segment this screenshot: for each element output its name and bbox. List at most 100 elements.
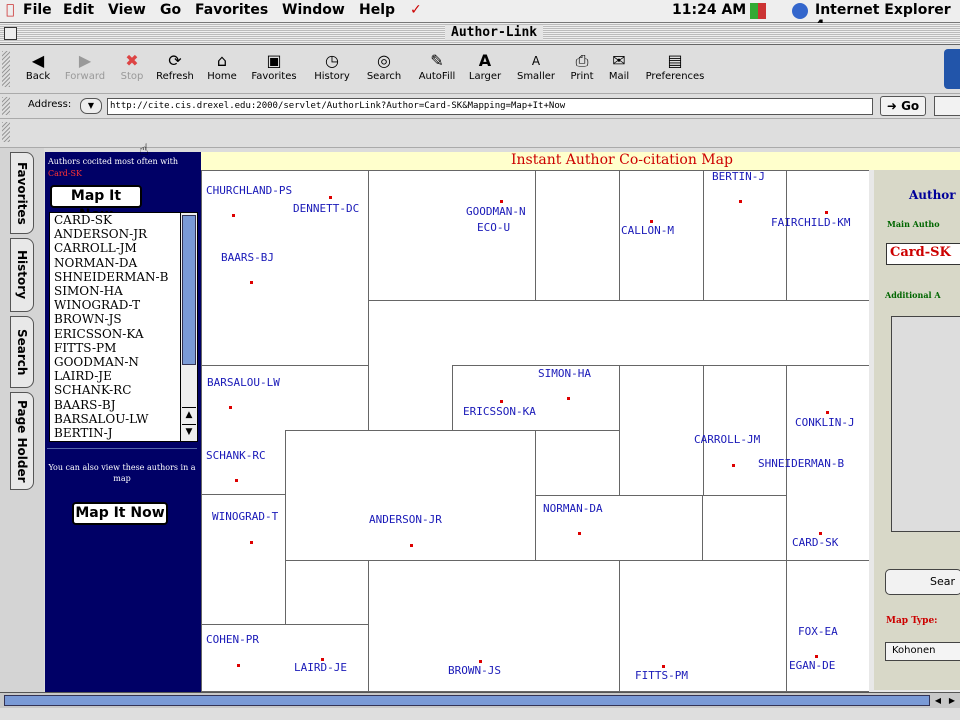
- map-author-label[interactable]: CALLON-M: [621, 224, 674, 237]
- map-author-dot[interactable]: [329, 196, 332, 199]
- map-author-dot[interactable]: [229, 406, 232, 409]
- search-submit-button[interactable]: Sear: [885, 569, 960, 595]
- map-author-label[interactable]: BERTIN-J: [712, 170, 765, 183]
- map-author-label[interactable]: SHNEIDERMAN-B: [758, 457, 844, 470]
- map-author-dot[interactable]: [825, 211, 828, 214]
- map-region[interactable]: [285, 430, 536, 561]
- smaller-button[interactable]: A Smaller: [513, 51, 559, 82]
- author-list-scrollbar[interactable]: ▲ ▼: [180, 212, 198, 442]
- list-item[interactable]: BERTIN-J: [50, 426, 180, 440]
- map-author-dot[interactable]: [732, 464, 735, 467]
- window-title-bar[interactable]: Author-Link: [0, 23, 960, 45]
- map-author-dot[interactable]: [662, 665, 665, 668]
- scroll-right-icon[interactable]: ▶: [946, 695, 958, 706]
- author-list[interactable]: CARD-SK ANDERSON-JR CARROLL-JM NORMAN-DA…: [49, 212, 181, 442]
- map-author-label[interactable]: CARROLL-JM: [694, 433, 760, 446]
- scroll-up-icon[interactable]: ▲: [182, 407, 196, 422]
- list-item[interactable]: CARD-SK: [50, 213, 180, 227]
- back-button[interactable]: ◀ Back: [20, 51, 56, 82]
- map-author-label[interactable]: WINOGRAD-T: [212, 510, 278, 523]
- map-author-label[interactable]: ANDERSON-JR: [369, 513, 442, 526]
- menu-edit[interactable]: Edit: [63, 2, 94, 18]
- map-author-label[interactable]: CONKLIN-J: [795, 416, 855, 429]
- menu-view[interactable]: View: [108, 2, 146, 18]
- map-region[interactable]: [786, 170, 870, 301]
- map-author-dot[interactable]: [650, 220, 653, 223]
- menu-go[interactable]: Go: [160, 2, 181, 18]
- list-item[interactable]: NORMAN-DA: [50, 256, 180, 270]
- map-type-select[interactable]: Kohonen: [885, 642, 960, 661]
- map-author-dot[interactable]: [479, 660, 482, 663]
- favorites-button[interactable]: ▣ Favorites: [246, 51, 302, 82]
- menu-help[interactable]: Help: [359, 2, 395, 18]
- list-item[interactable]: SCHANK-RC: [50, 383, 180, 397]
- horizontal-scrollbar[interactable]: ◀ ▶: [0, 692, 960, 709]
- list-item[interactable]: SIMON-HA: [50, 284, 180, 298]
- scroll-down-icon[interactable]: ▼: [182, 424, 196, 439]
- map-author-dot[interactable]: [321, 658, 324, 661]
- preferences-button[interactable]: ▤ Preferences: [640, 51, 710, 82]
- map-author-label[interactable]: COHEN-PR: [206, 633, 259, 646]
- menu-window[interactable]: Window: [282, 2, 345, 18]
- map-author-label[interactable]: ERICSSON-KA: [463, 405, 536, 418]
- map-author-dot[interactable]: [819, 532, 822, 535]
- address-grip[interactable]: [2, 97, 10, 115]
- map-author-label[interactable]: FOX-EA: [798, 625, 838, 638]
- mail-button[interactable]: ✉ Mail: [604, 51, 634, 82]
- map-author-label[interactable]: ECO-U: [477, 221, 510, 234]
- go-button[interactable]: ➜ Go: [880, 96, 926, 116]
- map-region[interactable]: [452, 365, 620, 431]
- map-author-label[interactable]: BAARS-BJ: [221, 251, 274, 264]
- map-author-label[interactable]: LAIRD-JE: [294, 661, 347, 674]
- list-item[interactable]: FITTS-PM: [50, 341, 180, 355]
- map-author-label[interactable]: EGAN-DE: [789, 659, 835, 672]
- map-author-dot[interactable]: [250, 281, 253, 284]
- links-grip[interactable]: [2, 122, 10, 142]
- tab-page-holder[interactable]: Page Holder: [10, 392, 34, 490]
- map-author-label[interactable]: CHURCHLAND-PS: [206, 184, 292, 197]
- list-item[interactable]: BROWN-JS: [50, 312, 180, 326]
- application-switcher-icon[interactable]: [750, 3, 766, 19]
- map-author-dot[interactable]: [567, 397, 570, 400]
- main-author-input[interactable]: Card-SK: [886, 243, 960, 265]
- map-author-dot[interactable]: [237, 664, 240, 667]
- map-author-label[interactable]: BROWN-JS: [448, 664, 501, 677]
- map-author-dot[interactable]: [815, 655, 818, 658]
- stop-button[interactable]: ✖ Stop: [116, 51, 148, 82]
- map-author-dot[interactable]: [739, 200, 742, 203]
- list-item[interactable]: LAIRD-JE: [50, 369, 180, 383]
- map-author-label[interactable]: BARSALOU-LW: [207, 376, 280, 389]
- history-button[interactable]: ◷ History: [309, 51, 355, 82]
- menu-favorites[interactable]: Favorites: [195, 2, 268, 18]
- scroll-thumb[interactable]: [182, 215, 196, 365]
- toolbar-grip[interactable]: [2, 51, 10, 87]
- list-item[interactable]: ANDERSON-JR: [50, 227, 180, 241]
- map-author-label[interactable]: SCHANK-RC: [206, 449, 266, 462]
- map-author-dot[interactable]: [500, 400, 503, 403]
- list-item[interactable]: BAARS-BJ: [50, 398, 180, 412]
- search-button[interactable]: ◎ Search: [362, 51, 406, 82]
- map-author-dot[interactable]: [578, 532, 581, 535]
- map-author-label[interactable]: FAIRCHILD-KM: [771, 216, 850, 229]
- address-input[interactable]: http://cite.cis.drexel.edu:2000/servlet/…: [107, 98, 873, 115]
- tab-favorites[interactable]: Favorites: [10, 152, 34, 234]
- list-item[interactable]: CARROLL-JM: [50, 241, 180, 255]
- cocitation-map[interactable]: CHURCHLAND-PS DENNETT-DC GOODMAN-N ECO-U…: [201, 170, 870, 692]
- map-author-label[interactable]: SIMON-HA: [538, 367, 591, 380]
- tab-search[interactable]: Search: [10, 316, 34, 388]
- list-item[interactable]: SHNEIDERMAN-B: [50, 270, 180, 284]
- list-item[interactable]: WINOGRAD-T: [50, 298, 180, 312]
- map-region[interactable]: [368, 170, 536, 301]
- search-field-button[interactable]: [934, 96, 960, 116]
- map-author-label[interactable]: DENNETT-DC: [293, 202, 359, 215]
- map-region[interactable]: [201, 170, 369, 366]
- map-region[interactable]: [535, 170, 620, 301]
- map-region[interactable]: [619, 365, 704, 496]
- list-item[interactable]: BARSALOU-LW: [50, 412, 180, 426]
- map-author-dot[interactable]: [232, 214, 235, 217]
- apple-menu-icon[interactable]: : [6, 2, 14, 18]
- close-box-icon[interactable]: [4, 27, 17, 40]
- address-history-dropdown-icon[interactable]: ▼: [80, 98, 102, 114]
- map-author-dot[interactable]: [410, 544, 413, 547]
- home-button[interactable]: ⌂ Home: [205, 51, 239, 82]
